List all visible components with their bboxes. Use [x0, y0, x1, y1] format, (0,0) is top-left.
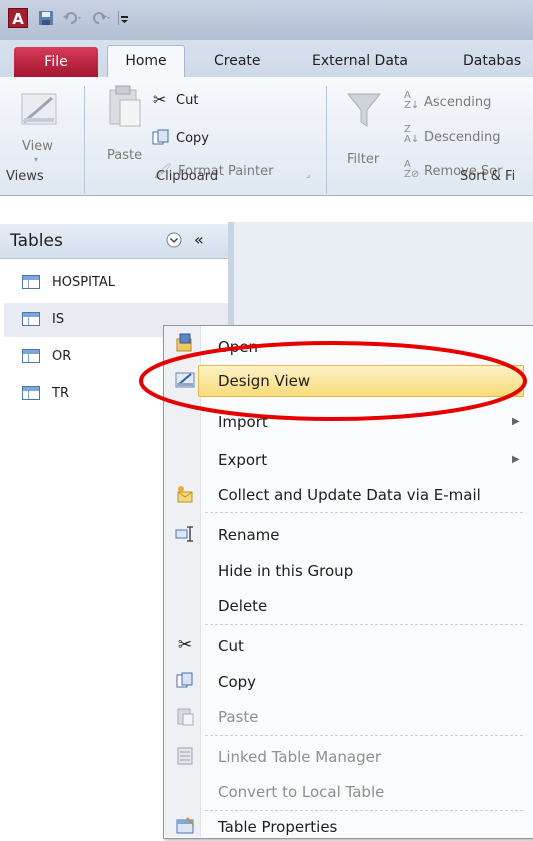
clipboard-group-label: Clipboard: [156, 169, 219, 184]
nav-item-label: HOSPITAL: [52, 275, 116, 290]
table-properties-icon: [175, 816, 195, 836]
clipboard-launcher-icon[interactable]: ⌟: [306, 170, 310, 180]
paste-large-icon[interactable]: [104, 84, 144, 130]
customize-quick-access-icon[interactable]: [118, 10, 130, 26]
tab-database-tools[interactable]: Databas: [463, 50, 521, 72]
ascending-button[interactable]: Ascending: [424, 93, 491, 113]
filter-large-icon[interactable]: [344, 88, 384, 134]
nav-item-label: OR: [52, 349, 72, 364]
table-icon: [22, 275, 40, 289]
collapse-pane-icon[interactable]: «: [194, 230, 204, 250]
menu-item-copy[interactable]: Copy: [218, 671, 256, 693]
rename-icon: [175, 524, 195, 544]
menu-separator: [205, 512, 523, 513]
menu-separator: [205, 810, 523, 811]
menu-item-rename[interactable]: Rename: [218, 524, 280, 546]
cut-button[interactable]: Cut: [176, 91, 198, 111]
group-divider: [326, 86, 327, 194]
sort-filter-group-label: Sort & Fi: [460, 169, 516, 184]
undo-icon[interactable]: [62, 10, 84, 26]
menu-item-table-properties[interactable]: Table Properties: [218, 816, 337, 838]
menu-item-hide-in-group[interactable]: Hide in this Group: [218, 560, 353, 582]
nav-item-hospital[interactable]: HOSPITAL: [4, 266, 228, 300]
tab-create[interactable]: Create: [214, 50, 261, 72]
copy-icon[interactable]: [152, 129, 170, 151]
annotation-ellipse: [139, 341, 527, 421]
views-group-label: Views: [6, 169, 44, 184]
linked-table-icon: [175, 746, 195, 766]
remove-sort-icon[interactable]: A Z⊘: [404, 160, 419, 180]
table-icon: [22, 386, 40, 400]
menu-item-delete[interactable]: Delete: [218, 595, 267, 617]
view-button[interactable]: View: [22, 137, 53, 157]
tab-external-data[interactable]: External Data: [312, 50, 408, 72]
menu-item-cut[interactable]: Cut: [218, 635, 244, 657]
group-divider: [84, 86, 85, 194]
menu-separator: [205, 624, 523, 625]
sort-ascending-icon[interactable]: A Z↓: [404, 91, 419, 111]
nav-menu-chevron-icon[interactable]: [166, 232, 182, 248]
descending-button[interactable]: Descending: [424, 128, 501, 148]
menu-item-collect-update[interactable]: Collect and Update Data via E-mail: [218, 484, 481, 506]
paste-button[interactable]: Paste: [107, 146, 142, 166]
table-icon: [22, 349, 40, 363]
menu-item-convert-local[interactable]: Convert to Local Table: [218, 781, 384, 803]
sort-descending-icon[interactable]: Z A↓: [404, 125, 419, 145]
access-app-icon[interactable]: A: [8, 8, 28, 28]
redo-icon[interactable]: [90, 10, 112, 26]
menu-item-export[interactable]: Export: [218, 449, 267, 471]
menu-item-paste[interactable]: Paste: [218, 706, 259, 728]
submenu-arrow-icon: ▶: [512, 454, 520, 465]
collect-data-icon: [175, 484, 195, 504]
paste-icon: [175, 706, 195, 726]
copy-button[interactable]: Copy: [176, 129, 209, 149]
nav-item-label: IS: [52, 312, 65, 327]
cut-icon: ✂: [177, 635, 193, 655]
table-icon: [22, 312, 40, 326]
copy-icon: [175, 671, 195, 691]
tab-home[interactable]: Home: [107, 45, 185, 78]
design-view-large-icon[interactable]: [18, 88, 62, 132]
filter-button[interactable]: Filter: [347, 150, 379, 170]
cut-icon[interactable]: ✂: [153, 90, 166, 109]
menu-separator: [205, 735, 523, 736]
nav-item-label: TR: [52, 386, 69, 401]
nav-pane-title[interactable]: Tables: [10, 230, 63, 252]
tab-file[interactable]: File: [14, 47, 98, 77]
view-dropdown-arrow-icon[interactable]: ▾: [34, 155, 38, 164]
menu-item-linked-table-manager[interactable]: Linked Table Manager: [218, 746, 381, 768]
save-icon[interactable]: [38, 10, 54, 26]
